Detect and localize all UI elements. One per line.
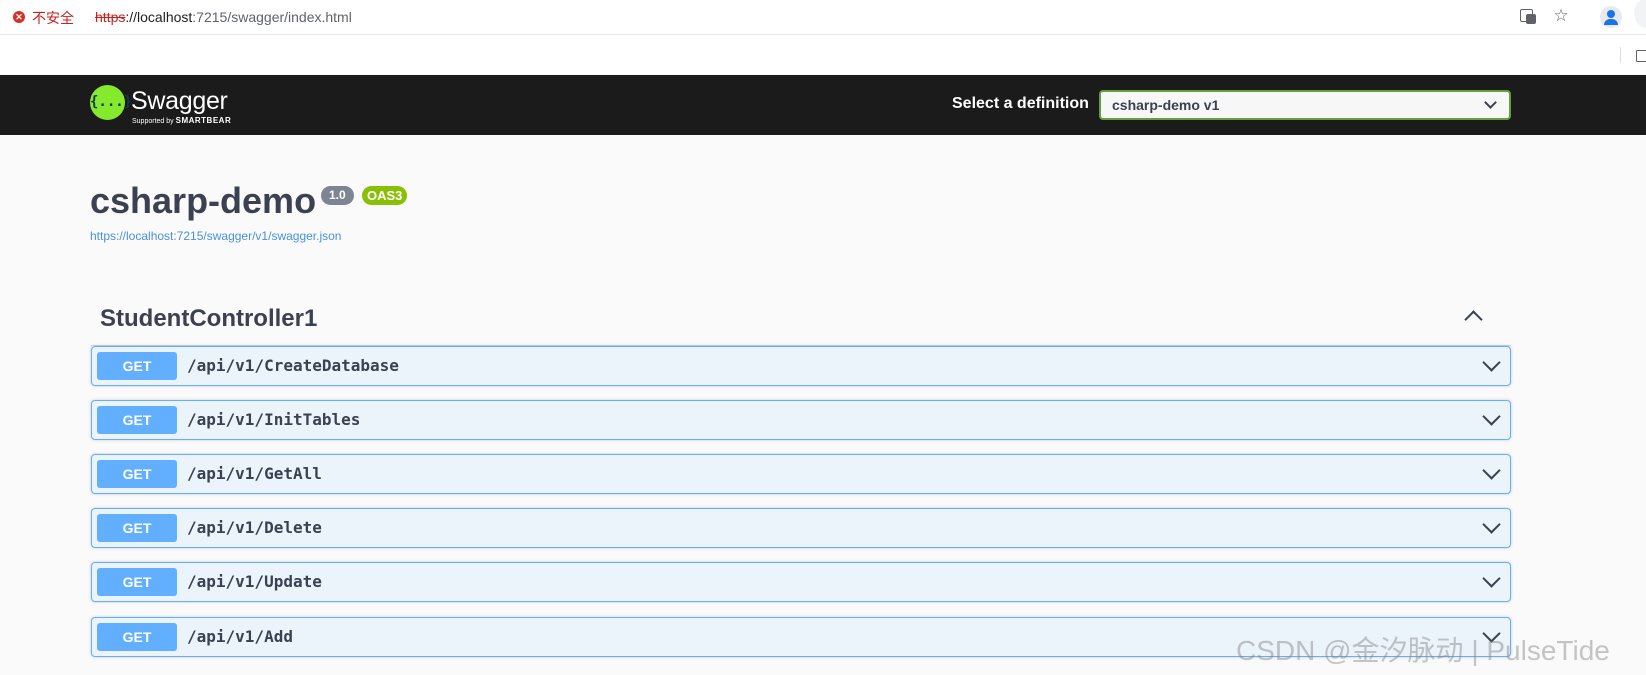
operation-path: /api/v1/Add	[187, 627, 293, 646]
version-badge: 1.0	[321, 186, 354, 205]
swagger-logo-text[interactable]: Swagger	[131, 87, 228, 116]
operation-path: /api/v1/Update	[187, 572, 322, 591]
method-badge: GET	[97, 568, 177, 596]
operation-init-tables[interactable]: GET /api/v1/InitTables	[91, 400, 1511, 440]
operation-get-all[interactable]: GET /api/v1/GetAll	[91, 454, 1511, 494]
method-badge: GET	[97, 460, 177, 488]
chevron-down-icon	[1484, 96, 1497, 109]
security-label[interactable]: 不安全	[32, 8, 74, 28]
chevron-down-icon[interactable]	[1482, 461, 1501, 480]
bookmark-star-icon[interactable]: ☆	[1551, 6, 1571, 26]
swagger-logo-icon[interactable]: {...}	[90, 85, 132, 120]
method-badge: GET	[97, 514, 177, 542]
chevron-down-icon[interactable]	[1482, 353, 1501, 372]
chevron-down-icon[interactable]	[1482, 407, 1501, 426]
definition-select[interactable]: csharp-demo v1	[1099, 90, 1511, 120]
definition-select-value: csharp-demo v1	[1112, 97, 1220, 113]
url-path: :7215/swagger/index.html	[192, 9, 352, 25]
method-badge: GET	[97, 406, 177, 434]
spec-url-link[interactable]: https://localhost:7215/swagger/v1/swagge…	[90, 229, 341, 243]
operation-update[interactable]: GET /api/v1/Update	[91, 562, 1511, 602]
operation-path: /api/v1/CreateDatabase	[187, 356, 399, 375]
url-field[interactable]: https://localhost:7215/swagger/index.htm…	[95, 9, 352, 25]
logo-sub-brand: SMARTBEAR	[175, 116, 232, 125]
logo-sub-prefix: Supported by	[132, 118, 174, 125]
watermark: CSDN @金汐脉动 | PulseTide	[1236, 635, 1610, 666]
profile-icon[interactable]	[1600, 6, 1622, 28]
chevron-down-icon[interactable]	[1482, 515, 1501, 534]
operation-delete[interactable]: GET /api/v1/Delete	[91, 508, 1511, 548]
method-badge: GET	[97, 352, 177, 380]
bookmark-folder-icon[interactable]	[1636, 50, 1646, 62]
bookmark-divider	[1620, 47, 1621, 63]
not-secure-icon[interactable]: ✕	[13, 11, 25, 23]
definition-select-label: Select a definition	[952, 95, 1089, 112]
translate-icon[interactable]	[1518, 6, 1538, 26]
browser-address-bar: ✕ 不安全 https://localhost:7215/swagger/ind…	[0, 0, 1646, 35]
controller-tag-title[interactable]: StudentController1	[100, 305, 317, 333]
swagger-topbar: {...} Swagger Supported by SMARTBEAR Sel…	[0, 75, 1646, 135]
operation-path: /api/v1/Delete	[187, 518, 322, 537]
method-badge: GET	[97, 623, 177, 651]
bookmark-bar	[0, 35, 1646, 74]
operation-path: /api/v1/GetAll	[187, 464, 322, 483]
api-title: csharp-demo	[90, 180, 317, 221]
url-scheme: https	[95, 9, 126, 25]
operation-path: /api/v1/InitTables	[187, 410, 361, 429]
swagger-logo-subtitle: Supported by SMARTBEAR	[132, 116, 231, 125]
extension-icon[interactable]	[1634, 0, 1646, 28]
operation-create-database[interactable]: GET /api/v1/CreateDatabase	[91, 346, 1511, 386]
chevron-down-icon[interactable]	[1482, 569, 1501, 588]
oas-badge: OAS3	[362, 186, 408, 205]
url-host: ://localhost	[125, 9, 193, 25]
chevron-up-icon[interactable]	[1464, 310, 1483, 329]
